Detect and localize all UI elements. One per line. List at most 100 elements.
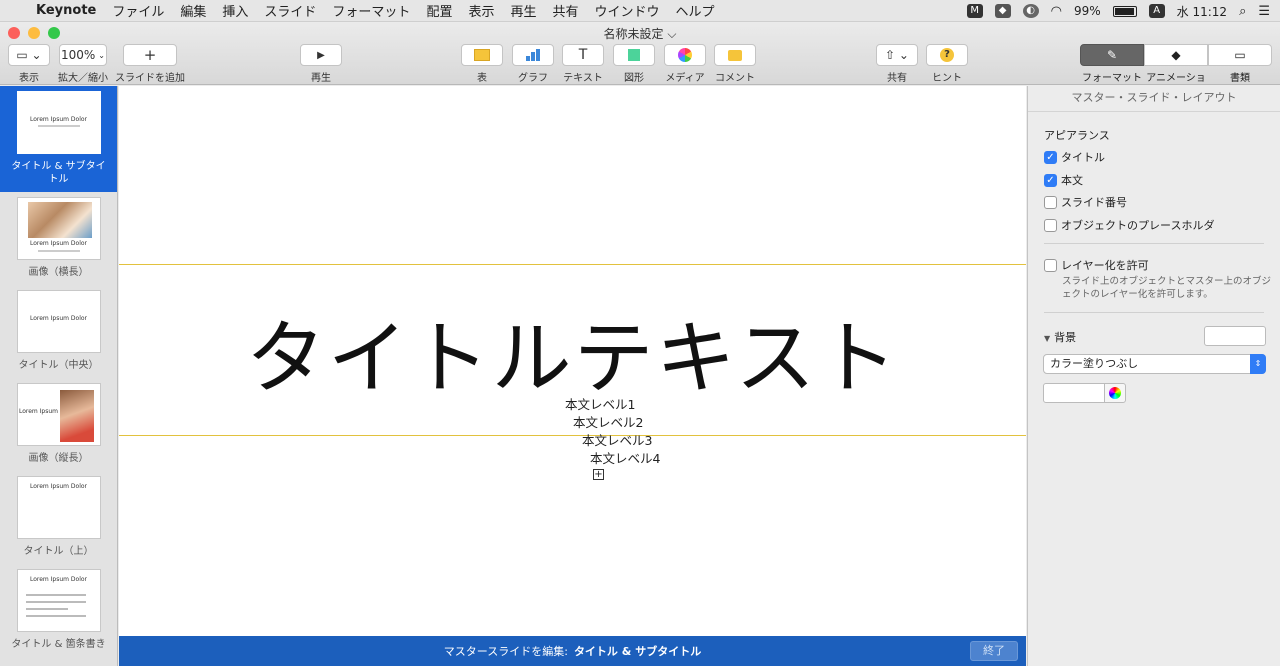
- master-slide-item[interactable]: Lorem Ipsum Dolor タイトル & 箇条書き: [0, 564, 117, 657]
- object-placeholder-checkbox[interactable]: [1044, 218, 1057, 232]
- master-slide-item[interactable]: Lorem Ipsum Dolor タイトル（上）: [0, 471, 117, 564]
- title-checkbox[interactable]: ✓: [1044, 150, 1057, 164]
- title-checkbox-row[interactable]: ✓ タイトル: [1044, 149, 1105, 165]
- section-divider: [1044, 243, 1264, 244]
- background-preview: [1204, 326, 1266, 346]
- slide-navigator: Lorem Ipsum Dolor タイトル & サブタイトル Lorem Ip…: [0, 86, 118, 666]
- menu-help[interactable]: ヘルプ: [676, 1, 715, 20]
- play-label: 再生: [311, 73, 331, 84]
- chart-icon: [526, 49, 540, 61]
- body-level-1[interactable]: 本文レベル1: [565, 394, 635, 413]
- hint-tool: ? ヒント: [926, 44, 968, 84]
- menu-window[interactable]: ウインドウ: [595, 1, 660, 20]
- body-level-3[interactable]: 本文レベル3: [582, 430, 652, 449]
- menu-file[interactable]: ファイル: [112, 1, 164, 20]
- background-heading-label: 背景: [1054, 331, 1077, 344]
- done-button[interactable]: 終了: [970, 641, 1018, 661]
- layering-hint: スライド上のオブジェクトとマスター上のオブジェクトのレイヤー化を許可します。: [1062, 276, 1272, 300]
- media-label: メディア: [665, 73, 705, 84]
- menu-view[interactable]: 表示: [468, 1, 494, 20]
- master-edit-slide-name: タイトル & サブタイトル: [573, 645, 702, 658]
- slide-number-checkbox[interactable]: [1044, 195, 1057, 209]
- color-wheel-icon: [1109, 387, 1121, 399]
- dropbox-icon[interactable]: ◆: [994, 4, 1011, 18]
- wifi-icon[interactable]: ◠: [1051, 4, 1062, 19]
- share-icon: ⇧ ⌄: [885, 48, 909, 62]
- play-button[interactable]: ▶: [300, 44, 342, 66]
- object-placeholder-checkbox-label: オブジェクトのプレースホルダ: [1061, 219, 1215, 232]
- document-button[interactable]: ▭: [1208, 44, 1272, 66]
- allow-layering-checkbox[interactable]: [1044, 258, 1057, 272]
- master-slide-label: 画像（横長）: [28, 267, 89, 278]
- menu-share[interactable]: 共有: [552, 1, 578, 20]
- notification-center-icon[interactable]: ☰: [1258, 4, 1270, 19]
- document-title[interactable]: 名称未設定 ⌵: [0, 25, 1280, 42]
- add-slide-button[interactable]: +: [123, 44, 177, 66]
- slide-thumbnail: Lorem Ipsum Dolor: [16, 569, 101, 632]
- hint-button[interactable]: ?: [926, 44, 968, 66]
- slide-canvas[interactable]: タイトルテキスト 本文レベル1 本文レベル2 本文レベル3 本文レベル4 +: [119, 86, 1026, 636]
- menu-slide[interactable]: スライド: [264, 1, 316, 20]
- share-button[interactable]: ⇧ ⌄: [876, 44, 918, 66]
- animate-button[interactable]: ◆: [1144, 44, 1208, 66]
- battery-icon[interactable]: [1112, 5, 1137, 17]
- format-button[interactable]: ✎: [1080, 44, 1144, 66]
- thumbnail-subtitle-line: [37, 250, 80, 252]
- allow-layering-checkbox-row[interactable]: レイヤー化を許可: [1044, 257, 1149, 273]
- background-heading[interactable]: ▼ 背景: [1044, 329, 1076, 345]
- body-level-4[interactable]: 本文レベル4: [590, 448, 660, 467]
- menu-arrange[interactable]: 配置: [426, 1, 452, 20]
- object-placeholder-checkbox-row[interactable]: オブジェクトのプレースホルダ: [1044, 217, 1214, 233]
- zoom-popup[interactable]: 100% ⌄: [59, 44, 107, 66]
- disclosure-triangle-icon[interactable]: ▼: [1044, 334, 1050, 343]
- share-label: 共有: [887, 73, 907, 84]
- thumbnail-photo: [59, 390, 94, 442]
- menu-app-name[interactable]: Keynote: [36, 3, 96, 18]
- mail-icon[interactable]: M: [966, 4, 983, 18]
- fill-type-popup[interactable]: カラー塗りつぶし ⇕: [1043, 354, 1266, 374]
- shape-button[interactable]: [613, 44, 655, 66]
- thumbnail-photo: [27, 202, 92, 238]
- media-button[interactable]: [664, 44, 706, 66]
- master-slide-label: タイトル & サブタイトル: [11, 161, 106, 185]
- table-button[interactable]: [461, 44, 503, 66]
- menu-edit[interactable]: 編集: [180, 1, 206, 20]
- inspector-header: マスター・スライド・レイアウト: [1028, 86, 1280, 112]
- shape-label: 図形: [624, 73, 644, 84]
- body-checkbox[interactable]: ✓: [1044, 173, 1057, 187]
- battery-percent: 99%: [1073, 4, 1101, 18]
- master-slide-label: タイトル & 箇条書き: [11, 639, 106, 650]
- fill-color-well[interactable]: [1043, 383, 1105, 403]
- text-icon: T: [578, 47, 588, 63]
- sync-icon[interactable]: ◐: [1022, 4, 1039, 18]
- master-slide-item[interactable]: Lorem Ipsum Dolor 画像（横長）: [0, 192, 117, 285]
- master-slide-item[interactable]: Lorem Ipsum 画像（縦長）: [0, 378, 117, 471]
- add-content-icon[interactable]: +: [593, 469, 604, 480]
- clock[interactable]: 水 11:12: [1177, 3, 1227, 20]
- comment-button[interactable]: [714, 44, 756, 66]
- body-checkbox-row[interactable]: ✓ 本文: [1044, 172, 1083, 188]
- view-button[interactable]: ▭ ⌄: [8, 44, 50, 66]
- slide-number-checkbox-row[interactable]: スライド番号: [1044, 194, 1127, 210]
- zoom-label: 拡大／縮小: [58, 73, 108, 84]
- title-placeholder[interactable]: タイトルテキスト: [119, 294, 1026, 410]
- thumbnail-title: Lorem Ipsum Dolor: [29, 576, 88, 583]
- fill-type-value: カラー塗りつぶし: [1050, 357, 1139, 370]
- spotlight-search-icon[interactable]: ⌕: [1239, 4, 1246, 19]
- text-button[interactable]: T: [562, 44, 604, 66]
- document-icon: ▭: [1234, 48, 1246, 62]
- master-slide-item[interactable]: Lorem Ipsum Dolor タイトル & サブタイトル: [0, 86, 117, 192]
- menu-play[interactable]: 再生: [510, 1, 536, 20]
- master-slide-item[interactable]: Lorem Ipsum Dolor タイトル（中央）: [0, 285, 117, 378]
- popup-arrows-icon: ⇕: [1250, 354, 1266, 374]
- view-label: 表示: [19, 73, 39, 84]
- menu-insert[interactable]: 挿入: [222, 1, 248, 20]
- chart-button[interactable]: [512, 44, 554, 66]
- color-picker-button[interactable]: [1104, 383, 1126, 403]
- alignment-guide: [119, 264, 1026, 265]
- menu-format[interactable]: フォーマット: [332, 1, 410, 20]
- body-level-2[interactable]: 本文レベル2: [573, 412, 643, 431]
- input-source-icon[interactable]: A: [1148, 4, 1165, 18]
- toolbar: 名称未設定 ⌵ ▭ ⌄ 表示 100% ⌄ 拡大／縮小 + スライドを追加 ▶ …: [0, 22, 1280, 99]
- diamond-icon: ◆: [1171, 48, 1181, 62]
